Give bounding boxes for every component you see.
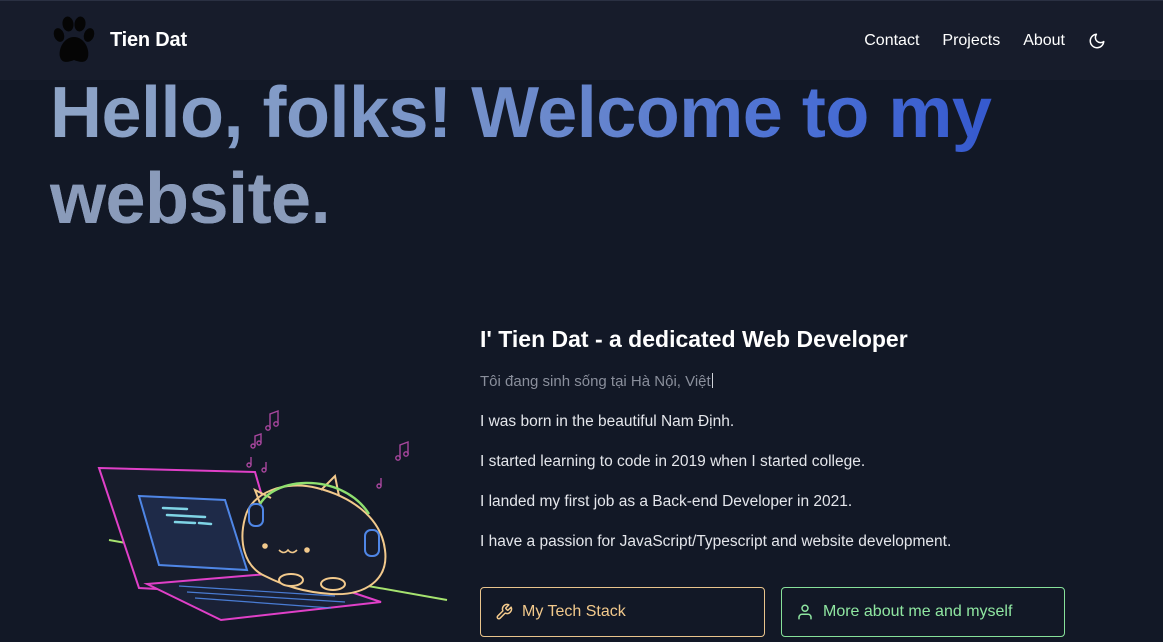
coding-cat-illustration [95,400,455,635]
typing-caret [711,373,713,388]
top-navbar: Tien Dat Contact Projects About [0,0,1163,80]
nav-about[interactable]: About [1023,29,1065,53]
typing-text: Tôi đang sinh sống tại Hà Nội, Việt [480,372,1100,392]
main-nav: Contact Projects About [841,29,1107,53]
hero-line-1: Hello, folks! Welcome to my [50,73,992,153]
paw-icon [50,15,98,65]
theme-toggle-button[interactable] [1087,31,1107,51]
bio-line: I started learning to code in 2019 when … [480,453,866,470]
hero-heading: Hello, folks! Welcome to my website. [50,70,1130,242]
tech-stack-button[interactable]: My Tech Stack [480,587,765,637]
intro-heading: I' Tien Dat - a dedicated Web Developer [480,326,908,352]
brand-name: Tien Dat [110,28,187,51]
typing-text-content: Tôi đang sinh sống tại Hà Nội, Việt [480,373,711,390]
bio-line: I landed my first job as a Back-end Deve… [480,493,853,510]
tech-stack-label: My Tech Stack [522,603,626,620]
bio-line: I was born in the beautiful Nam Định. [480,413,735,430]
user-icon [796,603,814,621]
nav-projects[interactable]: Projects [942,29,1000,53]
more-about-button[interactable]: More about me and myself [781,587,1065,637]
bio-line: I have a passion for JavaScript/Typescri… [480,533,952,550]
intro-section: I' Tien Dat - a dedicated Web Developer … [480,322,1100,552]
hero-line-2: website. [50,159,331,239]
bio-list: I was born in the beautiful Nam Định. I … [480,412,1100,552]
brand-home-link[interactable]: Tien Dat [50,15,187,65]
moon-icon [1089,33,1105,49]
nav-contact[interactable]: Contact [864,29,919,53]
wrench-icon [495,603,513,621]
more-about-label: More about me and myself [823,603,1013,620]
action-buttons: My Tech Stack More about me and myself [480,587,1065,637]
